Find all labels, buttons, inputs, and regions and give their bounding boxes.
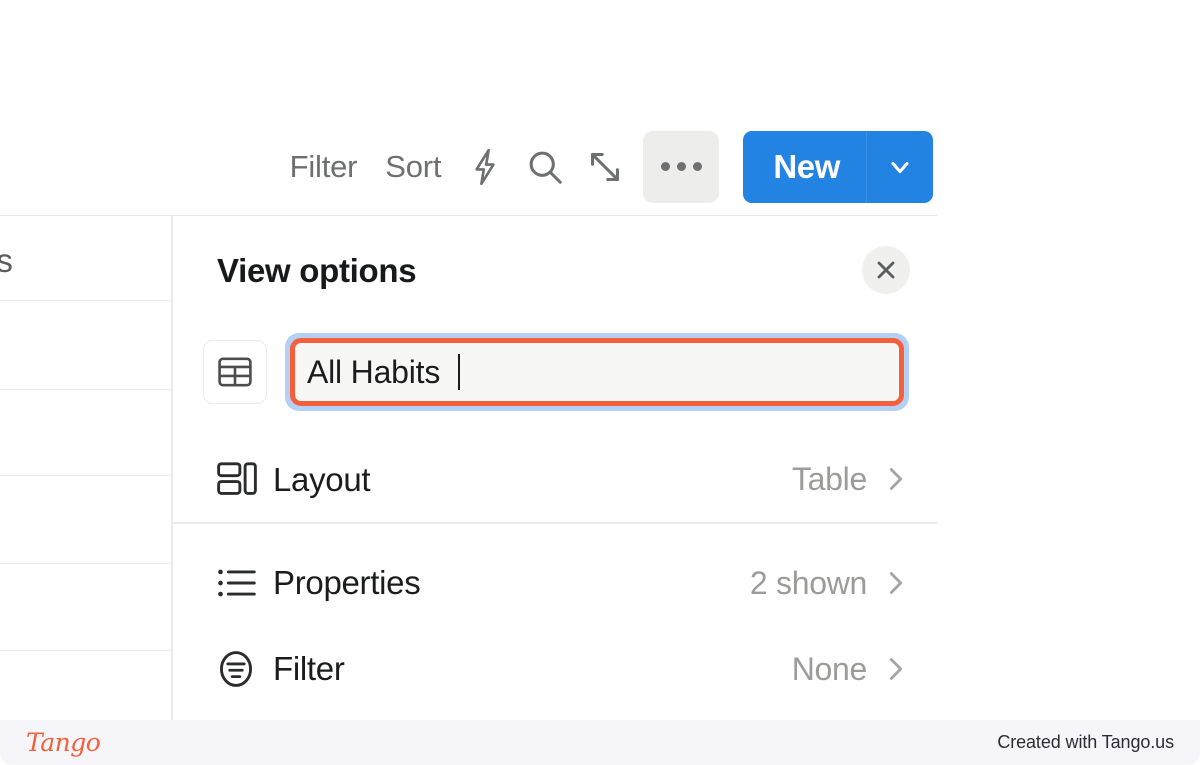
option-value: 2 shown: [749, 564, 867, 601]
option-row-filter[interactable]: Filter None: [173, 626, 937, 712]
sort-button[interactable]: Sort: [371, 145, 455, 188]
app-screenshot: Filter Sort New View options All Habits …: [0, 0, 1200, 765]
filter-button[interactable]: Filter: [276, 145, 372, 188]
option-value: Table: [791, 461, 867, 497]
chevron-right-icon: [885, 466, 907, 492]
option-label: Layout: [273, 460, 371, 498]
tango-credit: Created with Tango.us: [997, 732, 1174, 752]
new-dropdown-button[interactable]: [867, 131, 933, 203]
chevron-down-icon: [891, 161, 909, 173]
database-toolbar: Filter Sort New: [0, 118, 937, 215]
table-row[interactable]: [0, 564, 171, 651]
table-cell-text: gs: [0, 242, 13, 280]
table-view-icon[interactable]: [203, 340, 267, 404]
option-value: None: [791, 650, 868, 687]
more-dot: [660, 162, 670, 171]
page-title: View options: [217, 251, 417, 289]
option-row-properties[interactable]: Properties 2 shown: [173, 540, 937, 626]
layout-icon: [217, 462, 263, 496]
option-label: Properties: [273, 564, 421, 601]
option-row-layout[interactable]: Layout Table: [173, 436, 937, 522]
tango-footer: Tango Created with Tango.us: [0, 720, 1200, 765]
new-button[interactable]: New: [743, 130, 867, 203]
close-icon[interactable]: [862, 246, 910, 294]
panel-header: View options: [173, 216, 937, 324]
background-table: gs: [0, 216, 172, 720]
chevron-right-icon: [885, 570, 907, 596]
table-row[interactable]: [0, 390, 171, 476]
view-name-row: [173, 324, 937, 420]
more-options-button[interactable]: [643, 130, 720, 203]
view-options-panel: View options All Habits Layout Table Pro…: [172, 216, 937, 720]
chevron-right-icon: [885, 656, 907, 682]
properties-list-icon: [217, 567, 263, 599]
table-row[interactable]: [0, 301, 171, 390]
view-name-field-wrapper: [285, 333, 909, 411]
lightning-bolt-icon[interactable]: [455, 137, 515, 197]
text-cursor: [458, 354, 460, 390]
view-name-input[interactable]: [295, 343, 899, 401]
more-dot: [676, 162, 686, 171]
filter-circle-icon: [217, 650, 263, 688]
option-label: Filter: [273, 650, 345, 687]
more-dot: [692, 162, 702, 171]
table-row[interactable]: gs: [0, 216, 171, 301]
table-row[interactable]: [0, 476, 171, 564]
expand-arrows-icon[interactable]: [575, 137, 635, 197]
new-button-group: New: [743, 130, 933, 203]
search-icon[interactable]: [515, 137, 575, 197]
table-row[interactable]: [0, 651, 171, 720]
tango-logo: Tango: [26, 728, 101, 757]
